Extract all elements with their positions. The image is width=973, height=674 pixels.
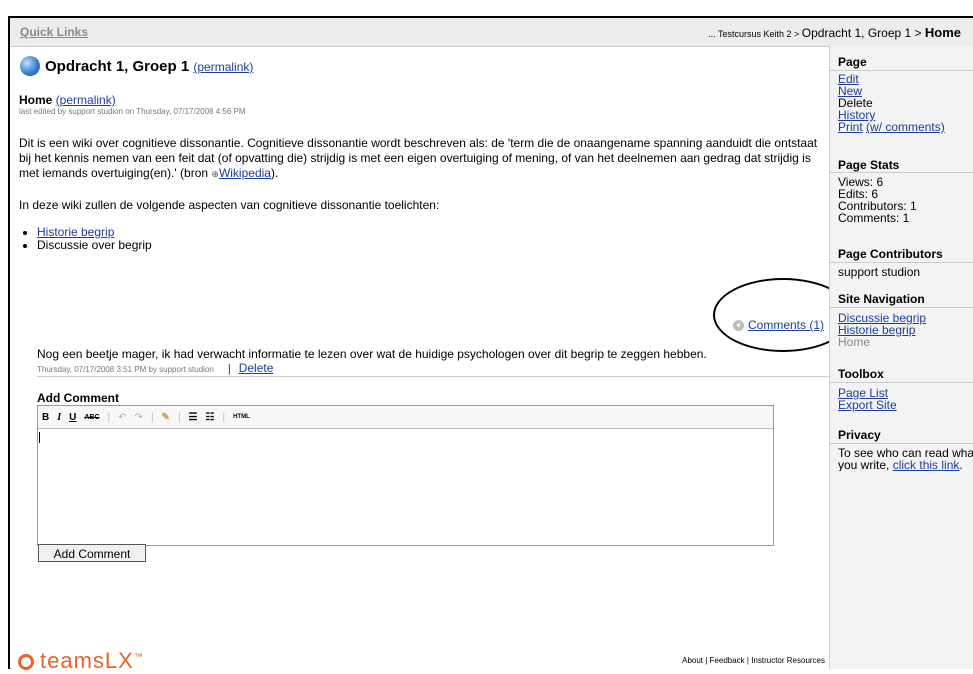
toolbar-separator: | [150,411,154,423]
comments-stat: Comments: 1 [838,211,910,225]
footer-links[interactable]: About | Feedback | Instructor Resources [682,656,825,665]
page-title: Opdracht 1, Groep 1 (permalink) [45,58,254,75]
breadcrumb-wiki[interactable]: Opdracht 1, Groep 1 > [802,26,925,40]
toolbar-separator: | [177,411,181,423]
site-nav-section: Site Navigation [838,292,925,306]
divider [830,70,973,71]
contributors-section: Page Contributors [838,247,943,261]
quick-links-link[interactable]: Quick Links [20,25,88,39]
nav-item-home: Home [838,335,871,349]
divider [830,382,973,383]
breadcrumb-course[interactable]: ... Testcursus Keith 2 > [708,29,802,39]
comment-meta: Thursday, 07/17/2008 3:51 PM by support … [37,361,274,375]
wikipedia-link[interactable]: Wikipedia [219,166,271,180]
export-site-link[interactable]: Export Site [838,399,897,411]
last-edited-text: last edited by support studion on Thursd… [19,107,246,116]
html-button[interactable]: HTML [233,414,250,420]
bold-button[interactable]: B [42,412,49,423]
comment-text: Nog een beetje mager, ik had verwacht in… [37,347,707,361]
divider [830,443,973,444]
bullet-list-icon[interactable]: ☰ [189,412,198,423]
print-item: Print (w/ comments) [838,121,945,133]
numbered-list-icon[interactable]: ☷ [206,412,215,423]
toolbox-section: Toolbox [838,367,884,381]
privacy-paragraph: To see who can read wha you write, click… [838,447,973,471]
page-subtitle: Home (permalink) [19,93,116,107]
breadcrumb-current: Home [924,25,961,40]
sidebar: Page Edit New Delete History Print (w/ c… [830,46,973,669]
toolbar-separator: | [222,411,226,423]
aspect-list: Historie begrip Discussie over begrip [19,226,152,252]
page-actions: Edit New Delete History Print (w/ commen… [838,73,945,133]
list-item: Discussie over begrip [37,239,152,252]
top-bar: Quick Links ... Testcursus Keith 2 > Opd… [10,18,973,47]
clean-format-icon[interactable]: ✎ [162,412,170,423]
teamslx-logo: teamsLX™ [18,648,144,674]
page-contributors-heading: Page Contributors [838,247,943,261]
title-permalink[interactable]: (permalink) [193,60,253,74]
site-nav-list: Discussie begrip Historie begrip Home [838,312,926,348]
contributors-list: support studion [838,266,920,278]
wiki-paragraph-2: In deze wiki zullen de volgende aspecten… [19,198,440,212]
page-heading: Page [838,55,867,69]
text-caret [39,432,40,443]
home-permalink[interactable]: (permalink) [56,93,116,107]
divider [37,376,829,377]
privacy-text: To see who can read wha you write, click… [838,447,973,471]
editor-toolbar: B I U ABC | ↶ ↷ | ✎ | ☰ ☷ | HTML [38,406,773,429]
print-link[interactable]: Print [838,120,863,134]
privacy-link[interactable]: click this link [893,458,960,471]
toolbox-heading: Toolbox [838,367,884,381]
contributor-name: support studion [838,265,921,279]
divider [830,172,973,173]
privacy-section: Privacy [838,428,881,442]
logo-icon [18,654,34,671]
comment-editor[interactable]: B I U ABC | ↶ ↷ | ✎ | ☰ ☷ | HTML [37,405,774,546]
divider [830,307,973,308]
external-link-icon: ⊕ [211,169,219,179]
divider [830,262,973,263]
page-section: Page [838,55,867,69]
page-stats-section: Page Stats [838,158,899,172]
page-stats: Views: 6 Edits: 6 Contributors: 1 Commen… [838,176,917,224]
wiki-paragraph-1: Dit is een wiki over cognitieve dissonan… [19,136,818,180]
strikethrough-button[interactable]: ABC [84,414,99,421]
print-with-comments-link[interactable]: (w/ comments) [866,120,945,134]
redo-icon[interactable]: ↷ [135,412,143,423]
toolbox-list: Page List Export Site [838,387,897,411]
underline-button[interactable]: U [69,412,76,423]
undo-icon[interactable]: ↶ [118,412,126,423]
main-content: Opdracht 1, Groep 1 (permalink) Home (pe… [10,46,853,673]
italic-button[interactable]: I [57,412,61,423]
add-comment-heading: Add Comment [37,391,119,405]
site-navigation-heading: Site Navigation [838,292,925,306]
globe-icon [20,56,40,76]
toolbar-separator: | [107,411,111,423]
delete-comment-link[interactable]: Delete [239,361,274,375]
breadcrumb: ... Testcursus Keith 2 > Opdracht 1, Gro… [708,25,961,40]
privacy-heading: Privacy [838,428,881,442]
page-stats-heading: Page Stats [838,158,900,172]
add-comment-button[interactable]: Add Comment [38,544,146,562]
